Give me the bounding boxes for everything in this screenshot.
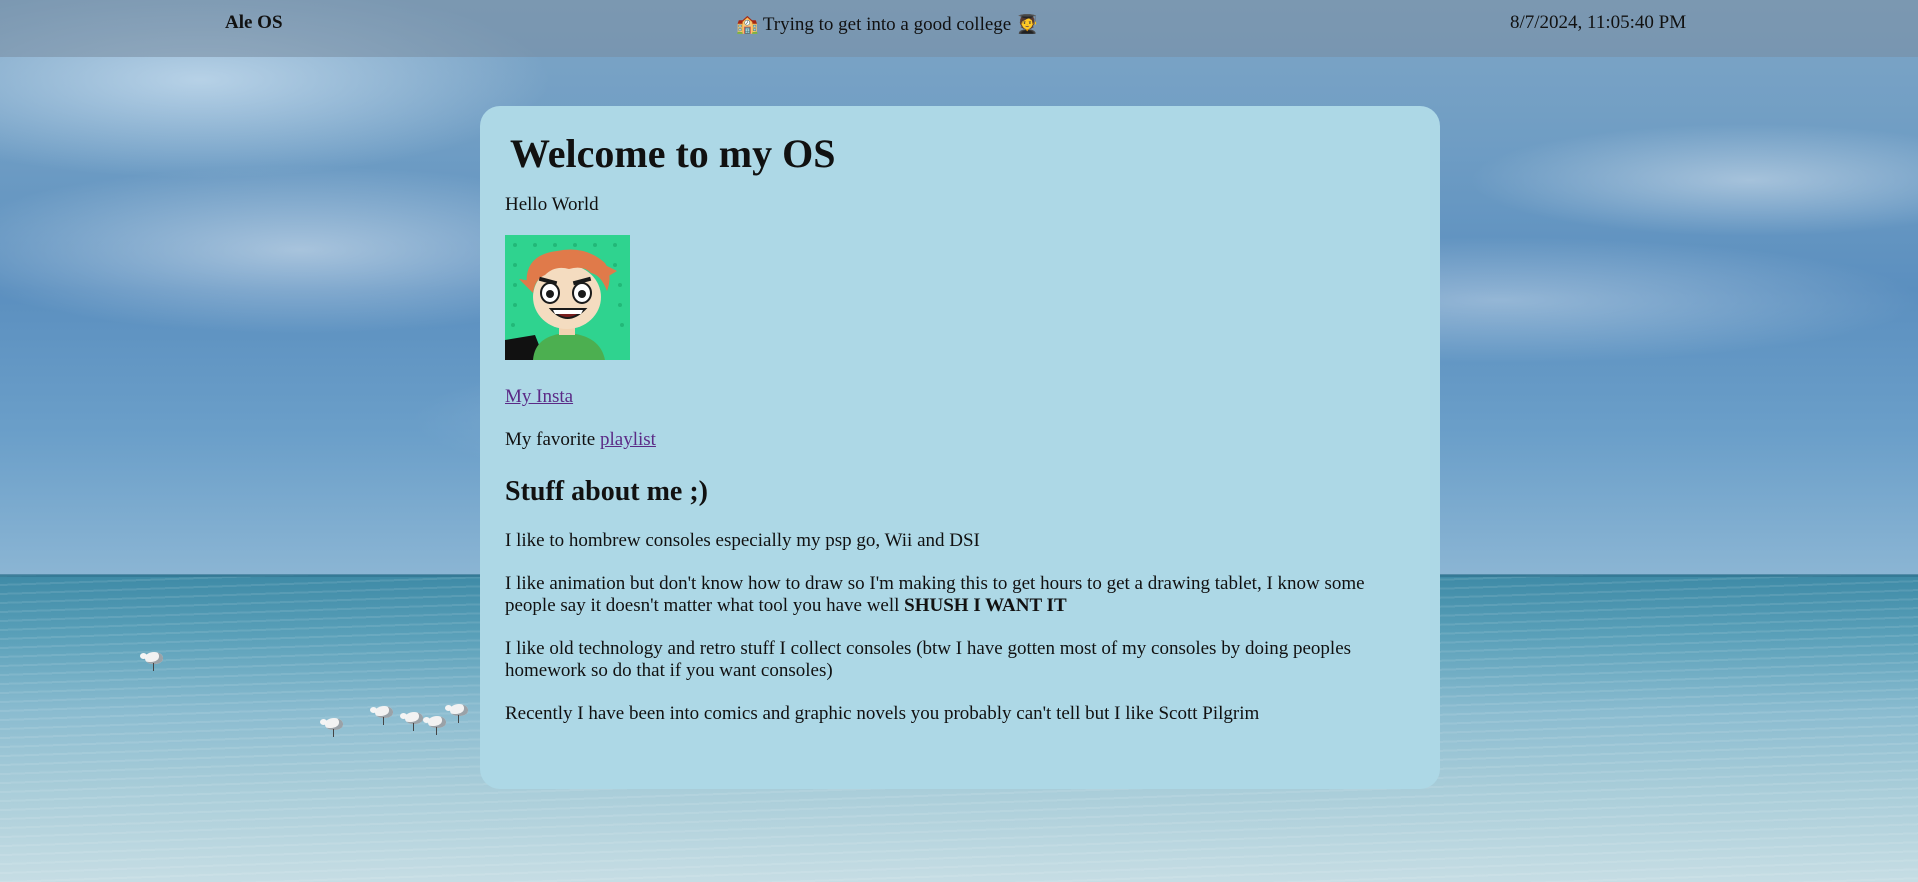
status-message: 🏫 Trying to get into a good college 🧑‍🎓 [736, 14, 1038, 36]
about-paragraph: I like old technology and retro stuff I … [505, 638, 1352, 681]
clock: 8/7/2024, 11:05:40 PM [1510, 12, 1687, 33]
top-bar: Ale OS 🏫 Trying to get into a good colle… [0, 0, 1918, 57]
about-paragraph: I like to hombrew consoles especially my… [505, 530, 980, 551]
seagull-icon [320, 718, 343, 737]
seagull-icon [370, 706, 393, 725]
status-text: Trying to get into a good college [762, 14, 1012, 35]
avatar [505, 235, 630, 360]
about-paragraph: Recently I have been into comics and gra… [505, 703, 1260, 724]
seagull-icon [140, 652, 163, 671]
seagull-icon [445, 704, 468, 723]
playlist-link[interactable]: playlist [600, 429, 656, 450]
favorite-prefix: My favorite [505, 429, 596, 450]
seagull-icon [423, 716, 446, 735]
insta-line: My Insta [505, 386, 1415, 408]
about-paragraph: I like animation but don't know how to d… [505, 573, 1415, 617]
about-emphasis: SHUSH I WANT IT [904, 595, 1067, 616]
graduate-icon: 🧑‍🎓 [1015, 14, 1039, 35]
favorite-line: My favorite playlist [505, 429, 1415, 451]
about-section: I like to hombrew consoles especially my… [505, 530, 1415, 725]
insta-link[interactable]: My Insta [505, 386, 573, 407]
os-brand: Ale OS [225, 12, 283, 33]
hello-text: Hello World [505, 194, 599, 215]
page-title: Welcome to my OS [510, 131, 836, 176]
main-window: Welcome to my OS Hello World My Insta My… [480, 106, 1440, 789]
about-heading: Stuff about me ;) [505, 476, 708, 507]
school-icon: 🏫 [736, 14, 759, 35]
seagull-icon [400, 712, 423, 731]
